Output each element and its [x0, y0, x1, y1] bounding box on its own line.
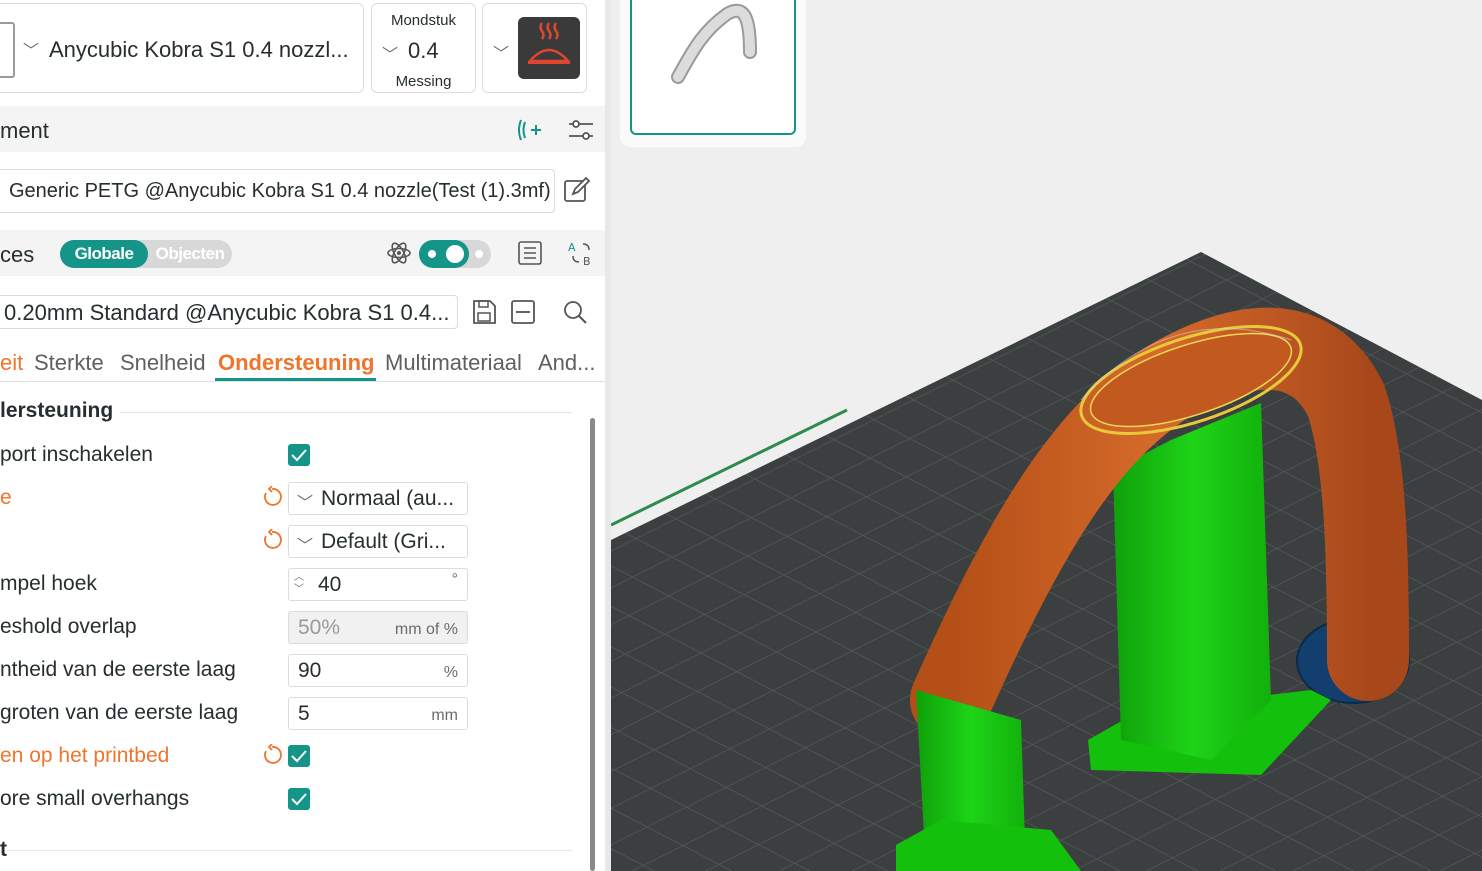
svg-text:B: B: [583, 255, 591, 268]
compare-icon[interactable]: AB: [566, 238, 596, 268]
support-style-select[interactable]: ﹀ Default (Gri...: [288, 525, 468, 558]
first-layer-density-label: ntheid van de eerste laag: [0, 658, 236, 681]
plate-thumbnail[interactable]: [630, 0, 796, 135]
on-build-plate-checkbox[interactable]: [288, 745, 310, 767]
settings-sidebar: ﹀ Anycubic Kobra S1 0.4 nozzl... Mondstu…: [0, 0, 606, 871]
printer-thumbnail: [0, 22, 15, 78]
atom-icon[interactable]: [384, 238, 414, 268]
process-preset-value: 0.20mm Standard @Anycubic Kobra S1 0.4..…: [4, 300, 450, 325]
printer-name: Anycubic Kobra S1 0.4 nozzl...: [49, 37, 349, 62]
threshold-angle-label: mpel hoek: [0, 572, 97, 595]
printer-selector[interactable]: ﹀ Anycubic Kobra S1 0.4 nozzl...: [0, 3, 364, 93]
filament-preset-value: Generic PETG @Anycubic Kobra S1 0.4 nozz…: [9, 180, 551, 202]
tab-others[interactable]: And...: [538, 350, 595, 376]
active-tab-indicator: [215, 378, 376, 381]
tab-quality[interactable]: eit: [0, 350, 23, 376]
tab-strength[interactable]: Sterkte: [34, 350, 104, 376]
chevron-down-icon[interactable]: ﹀: [382, 41, 398, 65]
process-tabs: eit Sterkte Snelheid Ondersteuning Multi…: [0, 348, 606, 382]
tab-speed[interactable]: Snelheid: [120, 350, 206, 376]
global-object-switch[interactable]: Globale Objecten: [60, 240, 232, 268]
spinner-arrows-icon[interactable]: ︿ ﹀: [294, 572, 304, 596]
process-preset-select[interactable]: 0.20mm Standard @Anycubic Kobra S1 0.4..…: [0, 295, 458, 329]
svg-text:A: A: [568, 241, 576, 254]
search-icon[interactable]: [560, 297, 590, 327]
filament-settings-icon[interactable]: [566, 115, 596, 145]
nozzle-material: Messing: [395, 73, 452, 90]
objects-tab[interactable]: Objecten: [148, 240, 232, 268]
support-group-title: lersteuning: [0, 399, 114, 422]
nozzle-label: Mondstuk: [390, 12, 457, 29]
ignore-small-overhangs-label: ore small overhangs: [0, 787, 190, 810]
first-layer-expansion-label: groten van de eerste laag: [0, 701, 239, 724]
support-type-value: Normaal (au...: [321, 487, 455, 510]
threshold-angle-input[interactable]: ︿ ﹀ 40 °: [288, 568, 468, 601]
chevron-down-icon: ﹀: [297, 495, 314, 512]
save-icon[interactable]: [469, 297, 499, 327]
nozzle-size: 0.4: [408, 38, 439, 63]
enable-support-label: port inschakelen: [0, 443, 153, 466]
filament-section-header: ment: [0, 106, 606, 152]
process-section-title: ces: [0, 242, 35, 267]
support-type-label: e: [0, 486, 12, 509]
global-tab[interactable]: Globale: [60, 240, 148, 268]
reset-icon[interactable]: [261, 743, 283, 766]
settings-scrollbar[interactable]: [590, 418, 595, 871]
on-build-plate-label: en op het printbed: [0, 744, 170, 767]
threshold-overlap-label: eshold overlap: [0, 615, 137, 638]
chevron-down-icon[interactable]: ﹀: [493, 40, 509, 64]
heated-bed-icon: [518, 17, 580, 79]
remove-preset-icon[interactable]: [508, 297, 538, 327]
support-type-select[interactable]: ﹀ Normaal (au...: [288, 482, 468, 515]
first-layer-expansion-input[interactable]: 5 mm: [288, 697, 468, 730]
list-icon[interactable]: [515, 238, 545, 268]
reset-icon[interactable]: [261, 528, 283, 551]
bed-type-selector[interactable]: ﹀: [482, 3, 587, 93]
tab-support[interactable]: Ondersteuning: [218, 350, 374, 376]
filament-section-title: ment: [0, 118, 49, 143]
threshold-overlap-input: 50% mm of %: [288, 611, 468, 644]
first-layer-density-input[interactable]: 90 %: [288, 654, 468, 687]
edit-filament-icon[interactable]: [561, 176, 591, 206]
plate-thumbnail-panel: [620, 0, 806, 147]
process-section-header: ces Globale Objecten AB: [0, 230, 606, 276]
3d-viewport[interactable]: [611, 0, 1482, 871]
ignore-small-overhangs-checkbox[interactable]: [288, 788, 310, 810]
enable-support-checkbox[interactable]: [288, 444, 310, 466]
add-filament-icon[interactable]: [515, 115, 545, 145]
nozzle-selector[interactable]: Mondstuk ﹀ 0.4 Messing: [371, 3, 476, 93]
advanced-mode-toggle[interactable]: [419, 240, 491, 268]
chevron-down-icon[interactable]: ﹀: [23, 37, 39, 61]
reset-icon[interactable]: [261, 485, 283, 508]
support-style-value: Default (Gri...: [321, 530, 446, 553]
chevron-down-icon: ﹀: [297, 538, 314, 555]
filament-preset-select[interactable]: Generic PETG @Anycubic Kobra S1 0.4 nozz…: [0, 169, 555, 213]
tab-multimaterial[interactable]: Multimateriaal: [385, 350, 522, 376]
